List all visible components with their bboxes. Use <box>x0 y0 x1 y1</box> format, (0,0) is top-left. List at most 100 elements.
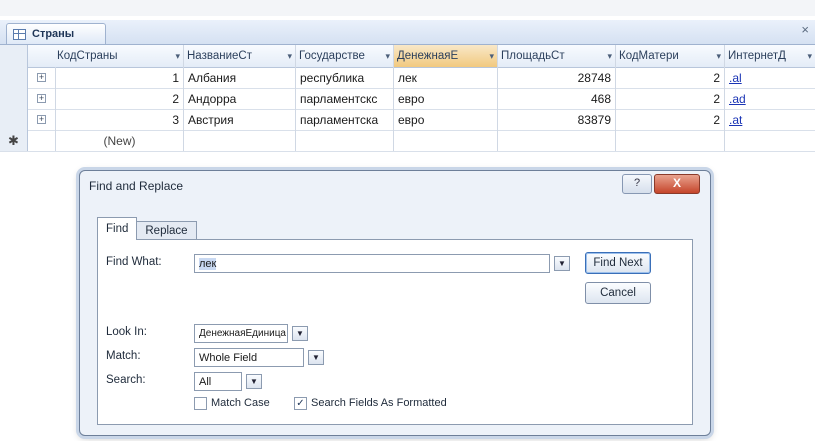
table-row[interactable]: + 1 Албания республика лек 28748 2 .al <box>0 67 815 89</box>
find-what-label: Find What: <box>106 256 162 268</box>
look-in-value: ДенежнаяЕдиница <box>199 328 286 339</box>
chevron-down-icon[interactable]: ▾ <box>383 51 390 62</box>
match-select[interactable]: Whole Field <box>194 348 304 367</box>
chevron-down-icon[interactable]: ▾ <box>285 51 292 62</box>
cell-net[interactable]: .al <box>725 67 815 88</box>
chevron-down-icon[interactable]: ▼ <box>554 256 570 271</box>
expand-button[interactable]: + <box>28 67 56 88</box>
close-icon[interactable]: × <box>801 22 809 37</box>
find-what-value: лек <box>199 257 217 270</box>
table-row[interactable]: + 3 Австрия парламентска евро 83879 2 .a… <box>0 109 815 131</box>
document-tab-bar: Страны × <box>0 20 815 45</box>
plus-icon: + <box>37 114 46 124</box>
column-header-ploshad[interactable]: ПлощадьСт ▾ <box>498 45 616 67</box>
match-case-checkbox[interactable] <box>194 397 207 410</box>
expand-button[interactable]: + <box>28 109 56 130</box>
cell-id[interactable]: 1 <box>56 67 184 88</box>
column-header-denezhnaya[interactable]: ДенежнаяЕ ▾ <box>394 45 498 67</box>
new-row-marker: ✱ <box>0 130 28 151</box>
column-header-kodmateri[interactable]: КодМатери ▾ <box>616 45 725 67</box>
match-value: Whole Field <box>199 351 258 364</box>
hyperlink[interactable]: .at <box>729 113 742 127</box>
tab-find[interactable]: Find <box>97 217 138 240</box>
column-label: КодСтраны <box>57 50 118 62</box>
find-tab-panel: Find What: лек ▼ Find Next Cancel Look I… <box>97 239 693 425</box>
cell-name[interactable]: Албания <box>184 67 296 88</box>
table-icon <box>13 28 26 40</box>
cell-net[interactable]: .ad <box>725 88 815 109</box>
cell-currency[interactable] <box>394 130 498 151</box>
tab-strany[interactable]: Страны <box>6 23 106 44</box>
hyperlink[interactable]: .ad <box>729 92 746 106</box>
match-case-label: Match Case <box>211 397 270 409</box>
dialog-title-buttons: ? X <box>622 174 700 194</box>
check-icon: ✓ <box>296 398 305 409</box>
dialog-title: Find and Replace <box>89 179 184 193</box>
cell-gov[interactable]: парламентска <box>296 109 394 130</box>
cancel-button[interactable]: Cancel <box>585 282 651 304</box>
plus-icon: + <box>37 93 46 103</box>
chevron-down-icon[interactable]: ▾ <box>487 51 494 62</box>
look-in-label: Look In: <box>106 326 147 338</box>
tab-title: Страны <box>32 28 75 40</box>
cell-lang[interactable]: 2 <box>616 88 725 109</box>
dialog-close-button[interactable]: X <box>654 174 700 194</box>
column-header-gosudarstvo[interactable]: Государстве ▾ <box>296 45 394 67</box>
new-row-label[interactable]: (New) <box>56 130 184 151</box>
row-selector[interactable] <box>0 88 28 109</box>
cell-net[interactable]: .at <box>725 109 815 130</box>
cell-currency[interactable]: лек <box>394 67 498 88</box>
chevron-down-icon[interactable]: ▼ <box>246 374 262 389</box>
search-formatted-checkbox[interactable]: ✓ <box>294 397 307 410</box>
table-row[interactable]: + 2 Андорра парламентскс евро 468 2 .ad <box>0 88 815 110</box>
window-top-strip <box>0 0 815 16</box>
cell-currency[interactable]: евро <box>394 109 498 130</box>
expand-button[interactable]: + <box>28 88 56 109</box>
cell-area[interactable]: 28748 <box>498 67 616 88</box>
help-button[interactable]: ? <box>622 174 652 194</box>
new-record-row[interactable]: ✱ (New) <box>0 130 815 152</box>
chevron-down-icon[interactable]: ▾ <box>605 51 612 62</box>
cell-name[interactable]: Австрия <box>184 109 296 130</box>
cell-gov[interactable] <box>296 130 394 151</box>
chevron-down-icon[interactable]: ▾ <box>805 51 812 62</box>
search-value: All <box>199 375 212 388</box>
cell-area[interactable]: 83879 <box>498 109 616 130</box>
cell-lang[interactable]: 2 <box>616 109 725 130</box>
cell-gov[interactable]: республика <box>296 67 394 88</box>
search-direction-select[interactable]: All <box>194 372 242 391</box>
cell-id[interactable]: 3 <box>56 109 184 130</box>
look-in-select[interactable]: ДенежнаяЕдиница <box>194 324 288 343</box>
cell-area[interactable] <box>498 130 616 151</box>
cell-name[interactable]: Андорра <box>184 88 296 109</box>
dialog-tabs: Find Replace <box>97 217 197 240</box>
find-what-input[interactable]: лек <box>194 254 550 273</box>
cell-lang[interactable]: 2 <box>616 67 725 88</box>
chevron-down-icon[interactable]: ▾ <box>714 51 721 62</box>
column-label: НазваниеСт <box>187 50 252 62</box>
chevron-down-icon[interactable]: ▼ <box>292 326 308 341</box>
column-header-internet[interactable]: ИнтернетД ▾ <box>725 45 815 67</box>
chevron-down-icon[interactable]: ▼ <box>308 350 324 365</box>
row-selector[interactable] <box>0 67 28 88</box>
find-next-button[interactable]: Find Next <box>585 252 651 274</box>
cell-gov[interactable]: парламентскс <box>296 88 394 109</box>
cell-lang[interactable] <box>616 130 725 151</box>
cell-currency[interactable]: евро <box>394 88 498 109</box>
cell-name[interactable] <box>184 130 296 151</box>
column-header-kodstrany[interactable]: КодСтраны ▾ <box>28 45 184 67</box>
expand-button <box>28 130 56 151</box>
tab-replace[interactable]: Replace <box>136 221 197 240</box>
cell-id[interactable]: 2 <box>56 88 184 109</box>
chevron-down-icon[interactable]: ▾ <box>173 51 180 62</box>
column-label: ДенежнаяЕ <box>397 50 459 62</box>
column-label: ПлощадьСт <box>501 50 565 62</box>
row-selector[interactable] <box>0 109 28 130</box>
column-label: ИнтернетД <box>728 50 786 62</box>
cell-net[interactable] <box>725 130 815 151</box>
hyperlink[interactable]: .al <box>729 71 742 85</box>
cell-area[interactable]: 468 <box>498 88 616 109</box>
column-label: Государстве <box>299 50 365 62</box>
column-header-nazvanie[interactable]: НазваниеСт ▾ <box>184 45 296 67</box>
select-all-button[interactable] <box>0 45 28 67</box>
